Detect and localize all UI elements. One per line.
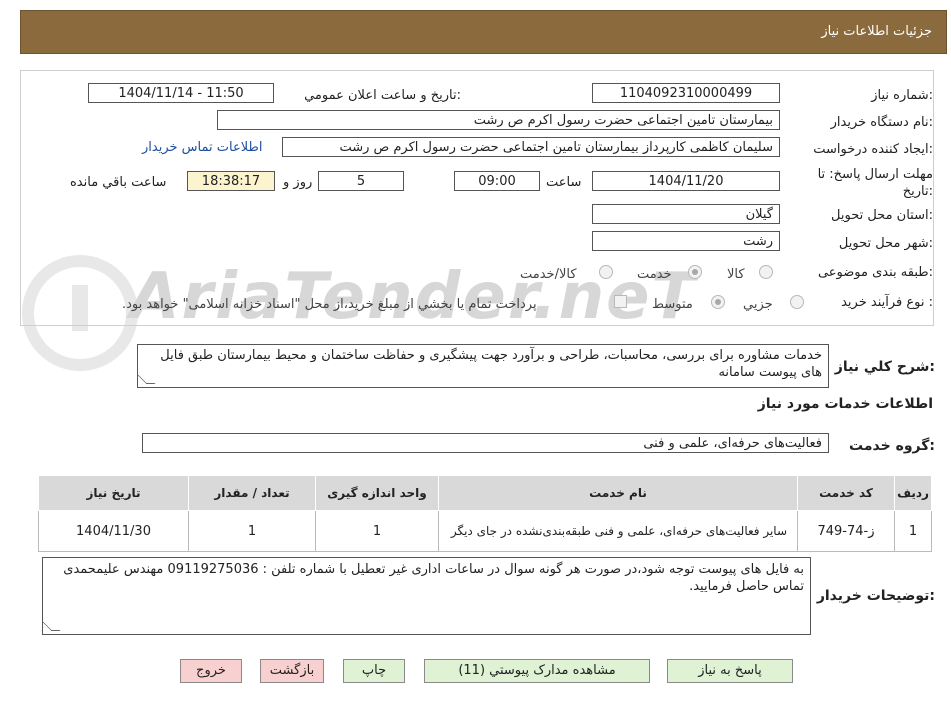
reply-button[interactable]: پاسخ به نياز	[667, 659, 793, 683]
description-text: خدمات مشاوره برای بررسی، محاسبات، طراحی …	[160, 348, 822, 380]
city-label: شهر محل تحويل:	[838, 236, 933, 251]
buyer-contact-link[interactable]: اطلاعات تماس خريدار	[142, 140, 262, 155]
table-header-row: رديف کد خدمت نام خدمت واحد اندازه گيری ت…	[38, 475, 932, 511]
cell-unit: 1	[315, 510, 439, 552]
deadline-date-field: 1404/11/20	[592, 171, 780, 191]
buyer-org-field: بیمارستان تامین اجتماعی حضرت رسول اکرم ص…	[217, 110, 780, 130]
category-radio-goods-service[interactable]	[599, 265, 613, 279]
province-field: گیلان	[592, 204, 780, 224]
cell-date: 1404/11/30	[38, 510, 189, 552]
cell-index: 1	[894, 510, 932, 552]
category-option-service: خدمت	[637, 267, 672, 282]
process-label: نوع فرآيند خريد :	[841, 295, 933, 310]
table-row: 1 ز-74-749 سایر فعالیت‌های حرفه‌ای، علمی…	[38, 510, 932, 552]
col-code: کد خدمت	[797, 475, 895, 511]
announce-field: 1404/11/14 - 11:50	[88, 83, 274, 103]
buyer-notes-label: توضيحات خريدار:	[816, 588, 935, 604]
col-qty: تعداد / مقدار	[188, 475, 316, 511]
treasury-checkbox[interactable]	[614, 295, 627, 308]
process-option-medium: متوسط	[652, 297, 693, 312]
category-option-goods: کالا	[727, 267, 745, 282]
category-option-goods-service: کالا/خدمت	[520, 267, 577, 282]
deadline-time-label: ساعت	[546, 175, 582, 190]
cell-code: ز-74-749	[797, 510, 895, 552]
cell-name: سایر فعالیت‌های حرفه‌ای، علمی و فنی طبقه…	[438, 510, 798, 552]
buyer-notes-textarea[interactable]: به فایل های پیوست توجه شود،در صورت هر گو…	[42, 557, 811, 635]
col-unit: واحد اندازه گيری	[315, 475, 439, 511]
resize-handle-icon[interactable]	[137, 375, 156, 384]
services-table: رديف کد خدمت نام خدمت واحد اندازه گيری ت…	[38, 475, 932, 552]
page-header: جزئیات اطلاعات نیاز	[20, 10, 947, 54]
remaining-time-field: 18:38:17	[187, 171, 275, 191]
category-radio-goods[interactable]	[759, 265, 773, 279]
process-radio-medium[interactable]	[711, 295, 725, 309]
description-label: شرح کلي نياز:	[834, 359, 935, 375]
details-panel	[20, 70, 934, 326]
print-button[interactable]: چاپ	[343, 659, 405, 683]
services-section-title: اطلاعات خدمات مورد نياز	[757, 396, 933, 412]
buyer-notes-text: به فایل های پیوست توجه شود،در صورت هر گو…	[63, 562, 804, 594]
cell-qty: 1	[188, 510, 316, 552]
category-radio-service[interactable]	[688, 265, 702, 279]
resize-handle-icon[interactable]	[42, 622, 61, 631]
col-index: رديف	[894, 475, 932, 511]
treasury-note: پرداخت تمام يا بخشي از مبلغ خريد،از محل …	[122, 297, 537, 312]
back-button[interactable]: بازگشت	[260, 659, 324, 683]
need-number-label: شماره نیاز:	[871, 88, 933, 103]
page-title: جزئیات اطلاعات نیاز	[821, 24, 932, 39]
description-textarea[interactable]: خدمات مشاوره برای بررسی، محاسبات، طراحی …	[137, 344, 829, 388]
deadline-time-field: 09:00	[454, 171, 540, 191]
announce-label: تاریخ و ساعت اعلان عمومي:	[304, 88, 461, 103]
category-label: طبقه بندی موضوعی:	[817, 265, 933, 280]
need-number-field: 1104092310000499	[592, 83, 780, 103]
service-group-label: گروه خدمت:	[849, 438, 935, 454]
exit-button[interactable]: خروج	[180, 659, 242, 683]
requester-field: سلیمان کاظمی کارپرداز بیمارستان تامین اج…	[282, 137, 780, 157]
buyer-org-label: نام دستگاه خريدار:	[830, 115, 933, 130]
view-attachments-button[interactable]: مشاهده مدارک پيوستي (11)	[424, 659, 650, 683]
process-option-small: جزيي	[743, 297, 773, 312]
service-group-field: فعالیت‌های حرفه‌ای، علمی و فنی	[142, 433, 829, 453]
requester-label: ايجاد کننده درخواست:	[813, 142, 933, 157]
col-name: نام خدمت	[438, 475, 798, 511]
process-radio-small[interactable]	[790, 295, 804, 309]
deadline-label: مهلت ارسال پاسخ: تا تاريخ:	[817, 167, 933, 199]
remaining-time-label: ساعت باقي مانده	[70, 175, 167, 190]
province-label: استان محل تحويل:	[831, 208, 933, 223]
city-field: رشت	[592, 231, 780, 251]
deadline-days-label: روز و	[283, 175, 313, 190]
col-date: تاريخ نياز	[38, 475, 189, 511]
deadline-days-field: 5	[318, 171, 404, 191]
